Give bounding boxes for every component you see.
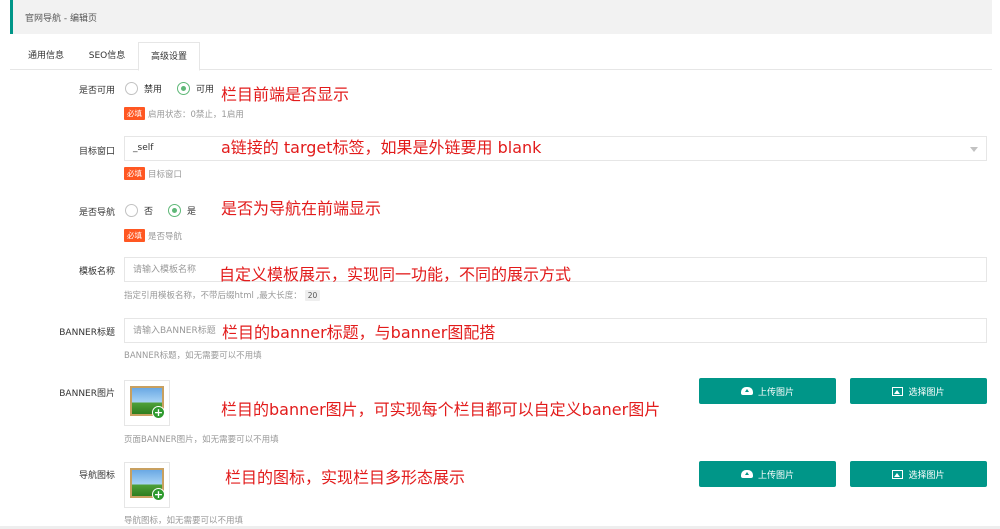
nav-icon-upload-button[interactable]: 上传图片 — [699, 461, 836, 487]
tab-bar: 通用信息 SEO信息 高级设置 — [10, 42, 992, 71]
radio-checked-icon — [168, 204, 181, 217]
page-title: 官网导航 - 编辑页 — [25, 14, 97, 24]
tab-seo[interactable]: SEO信息 — [78, 42, 136, 70]
is-nav-option-yes-label: 是 — [187, 207, 197, 217]
target-annotation: a链接的 target标签，如果是外链要用 blank — [221, 138, 542, 157]
target-help-text: 目标窗口 — [148, 169, 183, 180]
required-badge: 必填 — [124, 167, 145, 180]
target-help: 必填 目标窗口 — [124, 167, 182, 180]
enabled-help-text: 启用状态：0禁止，1启用 — [148, 109, 244, 120]
banner-image-thumbnail[interactable]: + — [124, 380, 170, 426]
is-nav-help-text: 是否导航 — [148, 231, 183, 242]
nav-icon-label: 导航图标 — [78, 471, 115, 481]
is-nav-option-no[interactable]: 否 — [125, 204, 153, 217]
nav-icon-choose-label: 选择图片 — [908, 470, 945, 481]
enabled-label: 是否可用 — [78, 86, 115, 96]
add-icon: + — [152, 406, 165, 419]
enabled-option-enable[interactable]: 可用 — [177, 82, 214, 95]
add-icon: + — [152, 488, 165, 501]
banner-image-help: 页面BANNER图片，如无需要可以不用填 — [124, 433, 279, 445]
chevron-down-icon — [970, 147, 978, 152]
is-nav-annotation: 是否为导航在前端显示 — [221, 199, 382, 218]
template-help-text: 指定引用模板名称，不带后缀html ,最大长度： — [124, 291, 302, 301]
cloud-upload-icon — [740, 387, 753, 395]
is-nav-help: 必填 是否导航 — [124, 229, 182, 242]
banner-choose-label: 选择图片 — [908, 387, 945, 398]
nav-icon-upload-label: 上传图片 — [757, 470, 794, 481]
banner-choose-button[interactable]: 选择图片 — [850, 378, 987, 404]
banner-image-annotation: 栏目的banner图片，可实现每个栏目都可以自定义baner图片 — [221, 400, 661, 419]
radio-icon — [125, 82, 138, 95]
is-nav-option-yes[interactable]: 是 — [168, 204, 196, 217]
banner-title-help-text: BANNER标题，如无需要可以不用填 — [124, 351, 262, 361]
template-annotation: 自定义模板展示，实现同一功能，不同的展示方式 — [219, 265, 572, 284]
page-header: 官网导航 - 编辑页 — [10, 0, 992, 34]
enabled-option-disable[interactable]: 禁用 — [125, 82, 162, 95]
banner-upload-label: 上传图片 — [757, 387, 794, 398]
required-badge: 必填 — [124, 229, 145, 242]
nav-icon-help-text: 导航图标，如无需要可以不用填 — [124, 516, 244, 526]
banner-upload-button[interactable]: 上传图片 — [699, 378, 836, 404]
image-icon — [892, 386, 904, 396]
enabled-annotation: 栏目前端是否显示 — [221, 85, 350, 104]
target-select-value: _self — [133, 143, 154, 153]
enabled-option-enable-label: 可用 — [196, 85, 215, 95]
tab-general[interactable]: 通用信息 — [14, 42, 78, 70]
radio-icon — [125, 204, 138, 217]
is-nav-label: 是否导航 — [78, 208, 115, 218]
banner-image-help-text: 页面BANNER图片，如无需要可以不用填 — [124, 435, 279, 445]
enabled-help: 必填 启用状态：0禁止，1启用 — [124, 107, 244, 120]
template-label: 模板名称 — [78, 267, 115, 277]
cloud-upload-icon — [740, 470, 753, 478]
image-icon — [892, 469, 904, 479]
nav-icon-choose-button[interactable]: 选择图片 — [850, 461, 987, 487]
max-length-badge: 20 — [304, 289, 321, 301]
is-nav-option-no-label: 否 — [144, 207, 154, 217]
banner-title-help: BANNER标题，如无需要可以不用填 — [124, 349, 262, 361]
tab-advanced[interactable]: 高级设置 — [138, 42, 200, 71]
nav-icon-thumbnail[interactable]: + — [124, 462, 170, 508]
template-help: 指定引用模板名称，不带后缀html ,最大长度： 20 — [124, 289, 321, 301]
banner-title-annotation: 栏目的banner标题，与banner图配搭 — [222, 323, 496, 342]
required-badge: 必填 — [124, 107, 145, 120]
target-label: 目标窗口 — [78, 147, 115, 157]
banner-image-label: BANNER图片 — [59, 389, 115, 399]
banner-title-label: BANNER标题 — [59, 328, 115, 338]
enabled-option-disable-label: 禁用 — [144, 85, 163, 95]
nav-icon-annotation: 栏目的图标，实现栏目多形态展示 — [225, 468, 466, 487]
nav-icon-help: 导航图标，如无需要可以不用填 — [124, 514, 243, 526]
radio-checked-icon — [177, 82, 190, 95]
